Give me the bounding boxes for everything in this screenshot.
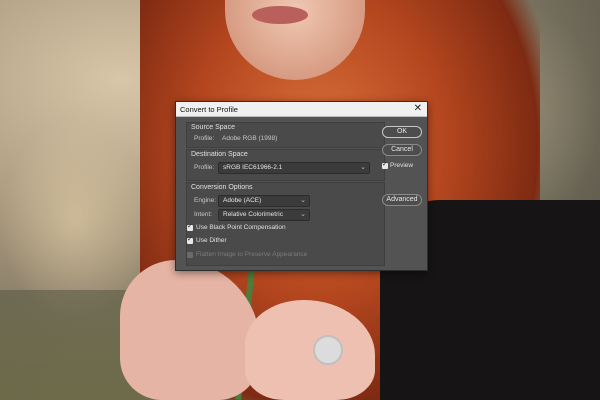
destination-space-heading: Destination Space xyxy=(191,151,248,158)
dither-checkbox[interactable]: ✓ xyxy=(187,236,193,244)
engine-label: Engine: xyxy=(194,197,217,204)
preview-label[interactable]: Preview xyxy=(390,162,413,169)
ok-button[interactable]: OK xyxy=(382,126,422,138)
cancel-button[interactable]: Cancel xyxy=(382,144,422,156)
conversion-options-heading: Conversion Options xyxy=(191,184,253,191)
chevron-down-icon: ⌄ xyxy=(300,197,306,204)
ok-button-label: OK xyxy=(396,128,408,135)
preview-checkbox[interactable]: ✓ xyxy=(382,161,388,169)
photo-lips xyxy=(252,6,308,24)
engine-select[interactable]: Adobe (ACE) ⌄ xyxy=(218,195,310,207)
close-icon[interactable]: ✕ xyxy=(414,103,422,115)
advanced-button-label: Advanced xyxy=(386,196,418,203)
intent-value: Relative Colorimetric xyxy=(223,211,283,218)
chevron-down-icon: ⌄ xyxy=(300,211,306,218)
source-space-heading: Source Space xyxy=(191,124,235,131)
source-profile-value: Adobe RGB (1998) xyxy=(222,135,278,142)
checkmark-icon: ✓ xyxy=(187,236,193,243)
checkmark-icon: ✓ xyxy=(382,161,388,168)
black-point-label[interactable]: Use Black Point Compensation xyxy=(196,224,286,231)
dither-label[interactable]: Use Dither xyxy=(196,237,227,244)
intent-select[interactable]: Relative Colorimetric ⌄ xyxy=(218,209,310,221)
engine-value: Adobe (ACE) xyxy=(223,197,262,204)
dialog-title: Convert to Profile xyxy=(180,105,238,114)
intent-label: Intent: xyxy=(194,211,213,218)
flatten-checkbox xyxy=(187,252,193,258)
photo-ring xyxy=(313,335,343,365)
convert-to-profile-dialog: Convert to Profile ✕ Source Space Profil… xyxy=(175,101,428,271)
advanced-button[interactable]: Advanced xyxy=(382,194,422,206)
destination-profile-label: Profile: xyxy=(194,164,215,171)
checkmark-icon: ✓ xyxy=(187,223,193,230)
dialog-titlebar[interactable]: Convert to Profile ✕ xyxy=(176,102,427,117)
cancel-button-label: Cancel xyxy=(391,146,413,153)
flatten-label: Flatten Image to Preserve Appearance xyxy=(196,251,308,258)
black-point-checkbox[interactable]: ✓ xyxy=(187,223,193,231)
source-profile-label: Profile: xyxy=(194,135,215,142)
destination-profile-select[interactable]: sRGB IEC61966-2.1 ⌄ xyxy=(218,162,370,174)
chevron-down-icon: ⌄ xyxy=(360,164,366,171)
destination-profile-value: sRGB IEC61966-2.1 xyxy=(223,164,283,171)
